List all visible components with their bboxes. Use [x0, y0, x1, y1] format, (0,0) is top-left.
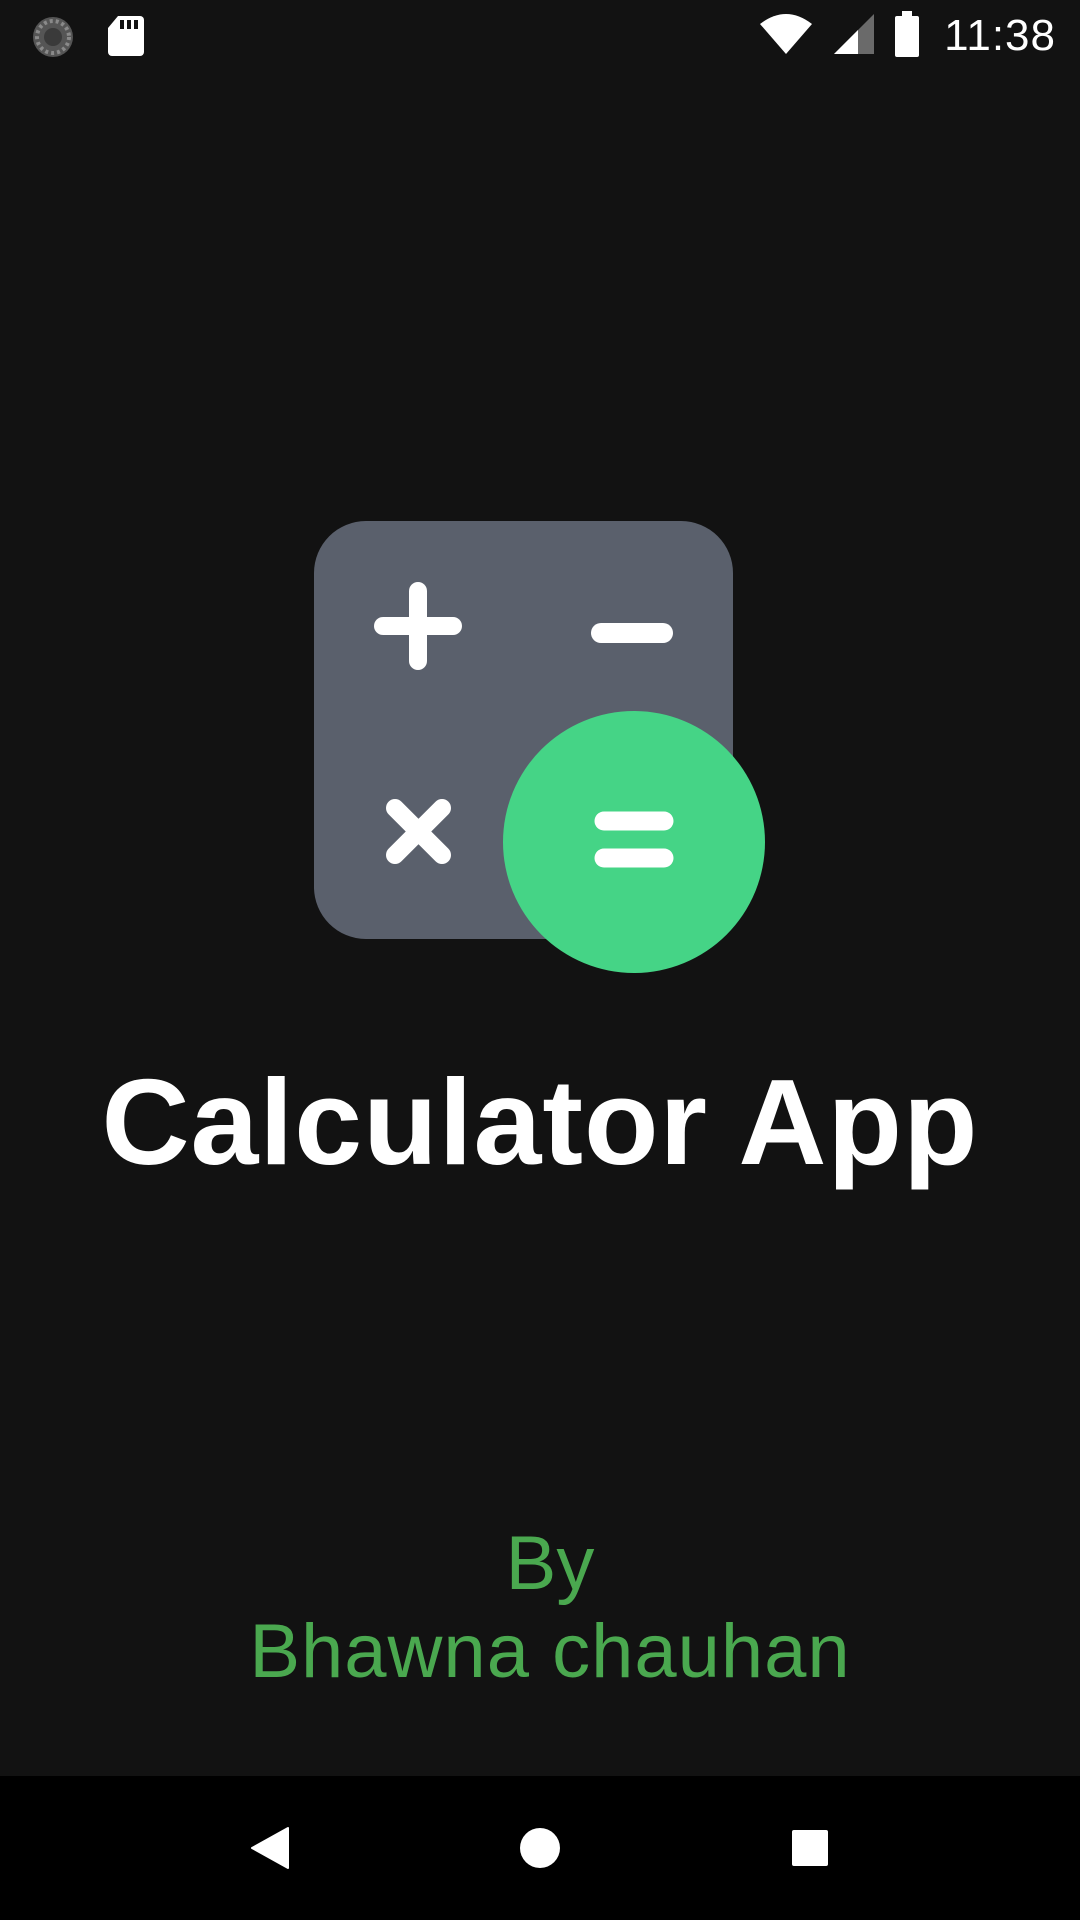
home-icon — [520, 1828, 560, 1868]
app-logo — [314, 521, 766, 973]
battery-icon — [894, 10, 920, 62]
recents-button[interactable] — [738, 1776, 882, 1920]
back-icon — [251, 1827, 289, 1869]
status-time: 11:38 — [944, 11, 1056, 60]
sd-card-icon — [106, 14, 146, 63]
back-button[interactable] — [198, 1776, 342, 1920]
status-bar: 11:38 — [0, 0, 1080, 72]
sync-icon — [30, 14, 76, 65]
splash-screen: 11:38 Calculator App By Bhawna chauhan — [0, 0, 1080, 1920]
author-name: Bhawna chauhan — [249, 1609, 851, 1694]
wifi-icon — [758, 12, 814, 61]
equals-circle — [503, 711, 765, 973]
navigation-bar — [0, 1776, 1080, 1920]
by-label: By — [505, 1521, 595, 1606]
calculator-icon — [314, 521, 765, 973]
cellular-signal-icon — [832, 12, 876, 61]
home-button[interactable] — [468, 1776, 612, 1920]
recents-icon — [792, 1830, 828, 1866]
status-icons: 11:38 — [758, 0, 1056, 72]
app-title: Calculator App — [101, 1054, 979, 1190]
